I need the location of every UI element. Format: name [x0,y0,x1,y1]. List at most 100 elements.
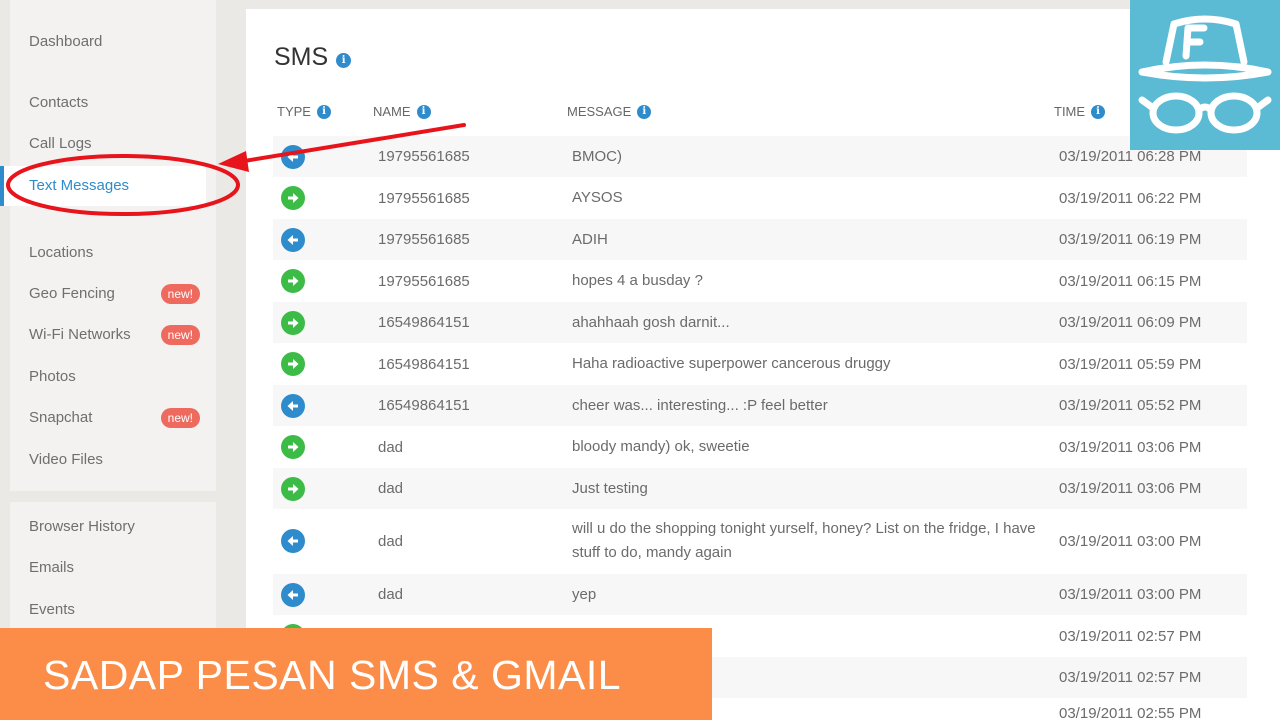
info-icon[interactable]: i [316,104,331,119]
time-cell: 03/19/2011 02:57 PM [1059,615,1249,657]
arrow-left-icon [281,227,305,252]
sidebar: Dashboard Contacts Call Logs Text Messag… [0,0,232,720]
message-cell: hopes 4 a busday ? [572,260,1052,302]
sidebar-item-video-files[interactable]: Video Files [0,440,206,480]
name-cell: dad [378,509,558,573]
time-cell-text: 03/19/2011 06:22 PM [1059,189,1202,207]
table-row[interactable]: dad will u do the shopping tonight yursel… [273,509,1247,573]
message-cell: ahahhaah gosh darnit... [572,302,1052,343]
name-cell-text: 19795561685 [378,272,470,290]
incognito-logo [1130,0,1280,150]
time-cell: 03/19/2011 03:00 PM [1059,574,1249,615]
sidebar-item-label: Dashboard [29,33,103,50]
name-cell: dad [378,574,558,615]
time-cell-text: 03/19/2011 06:19 PM [1059,231,1202,248]
sidebar-item-label: Emails [29,559,75,576]
type-cell [281,219,311,260]
time-cell: 03/19/2011 06:09 PM [1059,302,1249,343]
message-cell-text: bloody mandy) ok, sweetie [572,438,750,455]
info-icon[interactable]: i [637,104,652,119]
table-row[interactable]: 19795561685 ADIH 03/19/2011 06:19 PM [273,219,1247,260]
message-cell: bloody mandy) ok, sweetie [572,426,1052,468]
sidebar-item-label: Browser History [29,518,135,535]
time-cell-text: 03/19/2011 02:57 PM [1059,669,1202,686]
arrow-left-icon [281,144,305,169]
arrow-right-icon [281,310,305,335]
sidebar-item-emails[interactable]: Emails [0,548,206,588]
column-header-label: TYPE [277,104,311,119]
table-row[interactable]: dad yep 03/19/2011 03:00 PM [273,574,1247,615]
name-cell: dad [378,426,558,468]
table-row[interactable]: 19795561685 BMOC) 03/19/2011 06:28 PM [273,136,1247,177]
sidebar-item-dashboard[interactable]: Dashboard [0,22,206,62]
column-header-message[interactable]: MESSAGE i [567,104,652,119]
info-icon[interactable]: i [416,104,431,119]
arrow-left-icon [281,393,305,418]
time-cell: 03/19/2011 06:15 PM [1059,260,1249,302]
table-row[interactable]: 19795561685 hopes 4 a busday ? 03/19/2011 … [273,260,1247,302]
new-badge: new! [160,408,200,428]
arrow-right-icon [281,476,305,501]
table-row[interactable]: dad Just testing 03/19/2011 03:06 PM [273,468,1247,509]
time-cell: 03/19/2011 06:19 PM [1059,219,1249,260]
message-cell: Haha radioactive superpower cancerous dr… [572,343,1052,385]
incognito-hat-glasses-icon [1138,15,1272,134]
arrow-right-icon [281,269,305,293]
sidebar-item-snapchat[interactable]: Snapchat new! [0,398,206,438]
new-badge: new! [160,325,200,345]
sidebar-item-geo-fencing[interactable]: Geo Fencing new! [0,274,206,314]
arrow-left-icon [281,529,305,553]
column-header-type[interactable]: TYPE i [277,104,331,119]
sidebar-item-photos[interactable]: Photos [0,357,206,397]
time-cell-text: 03/19/2011 03:00 PM [1059,532,1202,550]
message-cell-text: hopes 4 a busday ? [572,272,703,289]
info-icon[interactable]: i [1091,104,1106,119]
type-cell [281,260,311,302]
column-header-time[interactable]: TIME i [1054,104,1106,119]
sidebar-item-label: Call Logs [29,135,92,152]
arrow-right-icon [281,435,305,459]
time-cell: 03/19/2011 03:00 PM [1059,509,1249,573]
table-row[interactable]: 19795561685 AYSOS 03/19/2011 06:22 PM [273,177,1247,219]
table-row[interactable]: 16549864151 ahahhaah gosh darnit... 03/19/… [273,302,1247,343]
sidebar-item-call-logs[interactable]: Call Logs [0,124,206,164]
page-title-text: SMS [274,43,329,71]
time-cell-text: 03/19/2011 06:28 PM [1059,148,1202,165]
message-cell: BMOC) [572,136,1052,177]
sidebar-item-text-messages[interactable]: Text Messages [0,166,206,206]
name-cell-text: 19795561685 [378,231,470,248]
table-row[interactable]: 16549864151 cheer was... interesting... :… [273,385,1247,426]
name-cell: 16549864151 [378,385,558,426]
column-header-label: MESSAGE [567,104,632,119]
message-cell-text: AYSOS [572,189,623,206]
column-header-label: TIME [1054,104,1086,119]
name-cell: 19795561685 [378,219,558,260]
sidebar-item-locations[interactable]: Locations [0,233,206,273]
time-cell-text: 03/19/2011 06:09 PM [1059,314,1202,331]
type-cell [281,426,311,468]
type-cell [281,136,311,177]
name-cell: 19795561685 [378,136,558,177]
time-cell: 03/19/2011 03:06 PM [1059,468,1249,509]
info-icon[interactable]: i [336,52,352,68]
name-cell: 16549864151 [378,302,558,343]
time-cell-text: 03/19/2011 02:55 PM [1059,704,1202,720]
message-cell: will u do the shopping tonight yurself, … [572,509,1052,573]
name-cell-text: dad [378,532,404,550]
message-cell-text: Haha radioactive superpower cancerous dr… [572,355,891,372]
message-cell-text: Just testing [572,479,648,497]
type-cell [281,509,311,573]
sidebar-item-contacts[interactable]: Contacts [0,83,206,123]
name-cell-text: dad [378,586,404,603]
name-cell-text: 19795561685 [378,189,470,207]
table-row[interactable]: 16549864151 Haha radioactive superpower c… [273,343,1247,385]
name-cell-text: dad [378,438,404,456]
name-cell: dad [378,468,558,509]
table-row[interactable]: dad bloody mandy) ok, sweetie 03/19/2011 0… [273,426,1247,468]
column-header-name[interactable]: NAME i [373,104,431,119]
sidebar-item-events[interactable]: Events [0,590,206,630]
sidebar-item-wifi-networks[interactable]: Wi-Fi Networks new! [0,315,206,355]
message-cell-text: ahahhaah gosh darnit... [572,313,730,331]
sidebar-item-browser-history[interactable]: Browser History [0,507,206,547]
sidebar-item-label: Locations [29,244,94,261]
